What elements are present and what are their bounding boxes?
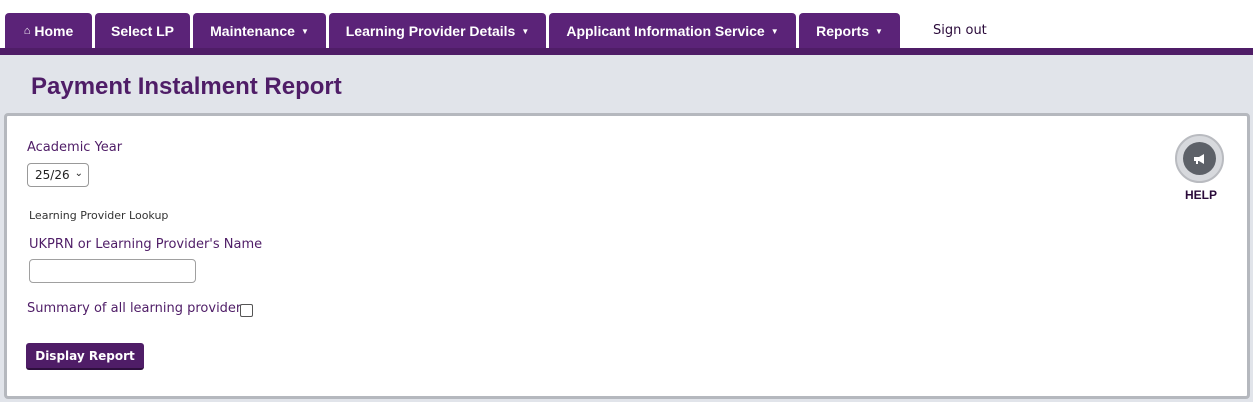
display-report-button[interactable]: Display Report [26,343,144,370]
caret-down-icon: ▼ [521,26,530,36]
caret-down-icon: ▼ [874,26,883,36]
ukprn-input[interactable] [29,259,196,283]
help-icon-bg [1183,142,1216,175]
tab-maintenance[interactable]: Maintenance ▼ [193,13,326,49]
tab-home[interactable]: ⌂ Home [5,13,92,49]
academic-year-label: Academic Year [27,140,123,155]
top-navigation: ⌂ Home Select LP Maintenance ▼ Learning … [0,0,1253,49]
lookup-heading: Learning Provider Lookup [29,209,169,222]
help-label: HELP [1185,188,1218,202]
help-button[interactable] [1175,134,1224,183]
tab-learning-provider-details-label: Learning Provider Details [345,23,516,39]
tab-applicant-information-service-label: Applicant Information Service [566,23,765,39]
summary-label: Summary of all learning providers [27,301,249,316]
megaphone-icon [1193,153,1204,164]
home-icon: ⌂ [23,25,31,37]
ukprn-label: UKPRN or Learning Provider's Name [29,237,263,252]
page-title: Payment Instalment Report [31,73,342,100]
caret-down-icon: ▼ [770,26,779,36]
report-form-panel [4,113,1250,399]
sign-out-link[interactable]: Sign out [933,23,987,38]
chevron-down-icon: ⌄ [74,168,83,179]
tab-learning-provider-details[interactable]: Learning Provider Details ▼ [329,13,546,49]
tab-home-label: Home [34,23,74,39]
nav-divider [0,48,1253,55]
academic-year-value: 25/26 [35,168,70,182]
caret-down-icon: ▼ [300,26,309,36]
summary-checkbox[interactable] [240,304,253,317]
tab-reports-label: Reports [816,23,869,39]
tab-reports[interactable]: Reports ▼ [799,13,900,49]
tab-maintenance-label: Maintenance [210,23,295,39]
tab-select-lp-label: Select LP [110,23,175,39]
academic-year-select[interactable]: 25/26 ⌄ [27,163,89,187]
tab-select-lp[interactable]: Select LP [95,13,190,49]
tab-applicant-information-service[interactable]: Applicant Information Service ▼ [549,13,796,49]
